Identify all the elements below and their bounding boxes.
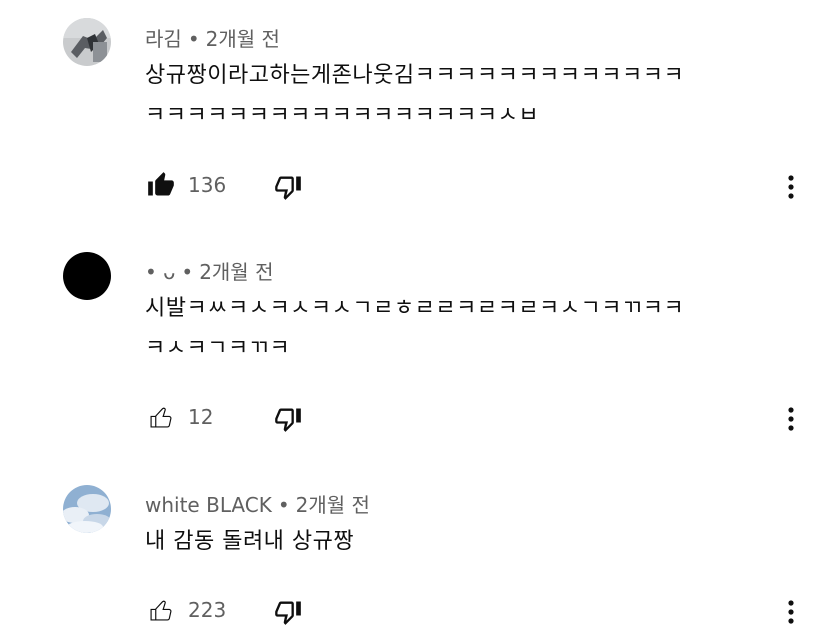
comment-actions: 136 <box>145 169 815 205</box>
like-button[interactable] <box>145 594 177 626</box>
like-count: 136 <box>188 173 227 197</box>
comment-meta: white BLACK • 2개월 전 <box>145 489 370 518</box>
comment-text-line: ㅋㅋㅋㅋㅋㅋㅋㅋㅋㅋㅋㅋㅋㅋㅋㅋㅋㅅㅂ <box>145 103 540 128</box>
comment-actions: 12 <box>145 401 815 437</box>
author-name[interactable]: • ᴗ <box>145 260 175 284</box>
avatar[interactable] <box>63 485 111 533</box>
separator-dot: • <box>181 260 194 284</box>
comment-text: 시발ㅋㅆㅋㅅㅋㅅㅋㅅㄱㄹㅎㄹㄹㅋㄹㅋㄹㅋㅅㄱㅋㄲㅋㅋ ㅋㅅㅋㄱㅋㄲㅋ <box>145 289 795 369</box>
separator-dot: • <box>277 493 290 517</box>
more-actions-button[interactable] <box>777 169 805 205</box>
thumb-down-icon <box>275 408 301 432</box>
author-name[interactable]: white BLACK <box>145 493 272 517</box>
like-count: 223 <box>188 598 227 622</box>
more-vert-icon <box>788 407 794 431</box>
dislike-button[interactable] <box>272 403 304 435</box>
comment-text-line: ㅋㅅㅋㄱㅋㄲㅋ <box>145 336 291 361</box>
thumb-down-icon <box>275 176 301 200</box>
avatar[interactable] <box>63 252 111 300</box>
comment-text: 내 감동 돌려내 상규짱 <box>145 522 795 562</box>
thumb-up-icon <box>150 600 172 621</box>
comment-time[interactable]: 2개월 전 <box>206 27 280 51</box>
like-button[interactable] <box>145 401 177 433</box>
comment-actions: 223 <box>145 594 815 630</box>
more-actions-button[interactable] <box>777 594 805 630</box>
thumb-down-icon <box>275 601 301 625</box>
dislike-button[interactable] <box>272 171 304 203</box>
avatar[interactable] <box>63 18 111 66</box>
thumb-up-icon <box>148 172 174 196</box>
thumb-up-icon <box>150 407 172 428</box>
more-actions-button[interactable] <box>777 401 805 437</box>
more-vert-icon <box>788 175 794 199</box>
like-count: 12 <box>188 405 214 429</box>
dislike-button[interactable] <box>272 596 304 628</box>
comment-time[interactable]: 2개월 전 <box>199 260 273 284</box>
like-button[interactable] <box>145 169 177 201</box>
author-name[interactable]: 라김 <box>145 27 182 51</box>
comment-text: 상규짱이라고하는게존나웃김ㅋㅋㅋㅋㅋㅋㅋㅋㅋㅋㅋㅋㅋ ㅋㅋㅋㅋㅋㅋㅋㅋㅋㅋㅋㅋㅋ… <box>145 56 795 136</box>
separator-dot: • <box>187 27 200 51</box>
comment-meta: 라김 • 2개월 전 <box>145 23 280 52</box>
comment-text-line: 시발ㅋㅆㅋㅅㅋㅅㅋㅅㄱㄹㅎㄹㄹㅋㄹㅋㄹㅋㅅㄱㅋㄲㅋㅋ <box>145 296 685 321</box>
comment-text-line: 상규짱이라고하는게존나웃김ㅋㅋㅋㅋㅋㅋㅋㅋㅋㅋㅋㅋㅋ <box>145 63 685 88</box>
comment-time[interactable]: 2개월 전 <box>296 493 370 517</box>
more-vert-icon <box>788 600 794 624</box>
comment-meta: • ᴗ • 2개월 전 <box>145 256 273 285</box>
comment-text-line: 내 감동 돌려내 상규짱 <box>145 529 355 554</box>
